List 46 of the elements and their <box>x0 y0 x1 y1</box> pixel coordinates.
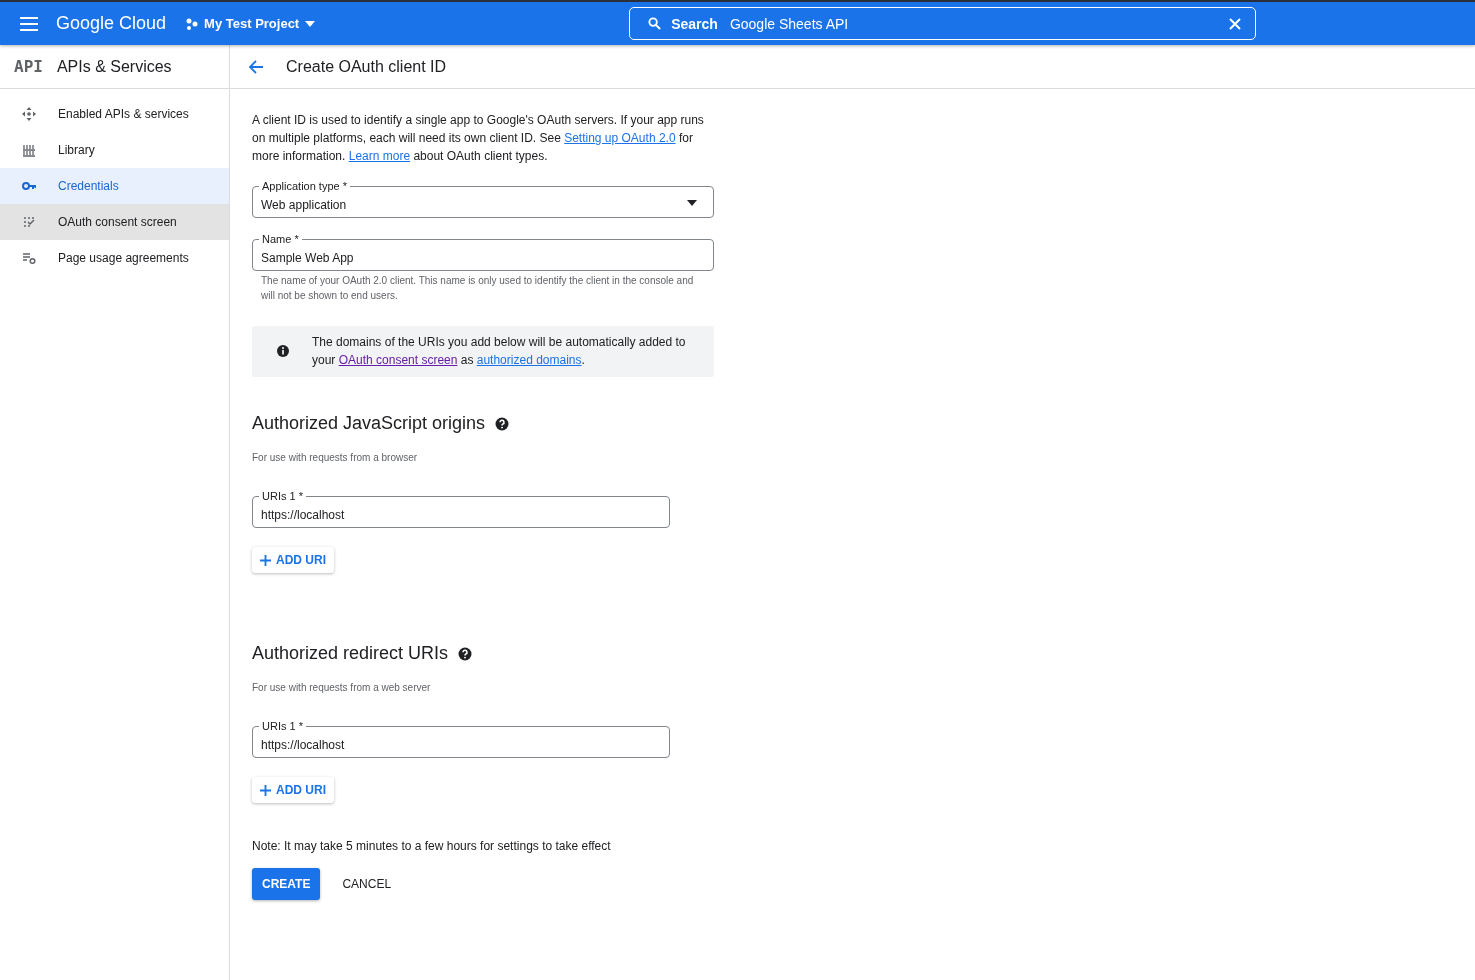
brand-logo-text: Google Cloud <box>56 13 167 34</box>
api-logo: API <box>14 57 43 76</box>
back-arrow-icon[interactable] <box>248 58 264 75</box>
list-gear-icon <box>22 251 36 265</box>
section-subtitle: For use with requests from a web server <box>252 682 432 693</box>
plus-icon <box>260 554 271 566</box>
dots-icon <box>186 17 199 30</box>
link[interactable]: Setting up OAuth 2.0 <box>564 131 676 145</box>
helper-text: The name of your OAuth 2.0 client. This name is only used to identify the client in the console and will not be shown to end users. <box>260 274 695 303</box>
search-icon <box>648 17 662 30</box>
create-button[interactable]: CREATE <box>252 868 321 900</box>
caret-icon <box>687 200 697 206</box>
project-picker[interactable]: My Test Project <box>186 16 316 31</box>
menu-icon[interactable] <box>20 16 38 31</box>
help-icon[interactable] <box>458 646 473 661</box>
search-field[interactable]: Search Google Sheets API <box>629 7 1257 40</box>
sidebar-item[interactable]: Page usage agreements <box>0 240 229 276</box>
link[interactable]: OAuth consent screen <box>338 353 458 367</box>
cancel-button[interactable]: CANCEL <box>332 868 402 900</box>
sidebar-item[interactable]: Credentials <box>0 168 229 204</box>
caret-icon <box>305 20 316 27</box>
page-title: Create OAuth client ID <box>286 57 447 76</box>
sidebar-title: APIs & Services <box>56 57 172 76</box>
search-value: Google Sheets API <box>729 15 850 32</box>
link[interactable]: Learn more <box>348 149 411 163</box>
move-arrows-icon <box>22 107 36 121</box>
help-icon[interactable] <box>495 416 510 431</box>
add-uri-button[interactable]: ADD URI <box>252 547 334 573</box>
sidebar-item[interactable]: Library <box>0 132 229 168</box>
key-icon <box>22 179 36 193</box>
section-subtitle: For use with requests from a browser <box>252 452 419 463</box>
add-uri-button[interactable]: ADD URI <box>252 777 334 803</box>
section-title: Authorized JavaScript origins <box>252 413 486 434</box>
link[interactable]: authorized domains <box>476 353 582 367</box>
search-label: Search <box>671 15 718 32</box>
intro-text: A client ID is used to identify a single app to Google's OAuth servers. If your app runs on multiple platforms, each will need its own client ID. See Setting up OAuth 2.0 for more information. Learn more about OAuth client types. <box>252 112 705 165</box>
info-banner: The domains of the URIs you add below will be automatically added to your OAuth consent screen as authorized domains. <box>252 326 714 377</box>
dotted-check-icon <box>22 215 36 229</box>
section-title: Authorized redirect URIs <box>252 643 449 664</box>
sidebar-item[interactable]: OAuth consent screen <box>0 204 229 240</box>
info-icon <box>276 344 290 358</box>
note-text: Note: It may take 5 minutes to a few hours for settings to take effect <box>252 839 612 853</box>
sidebar-item[interactable]: Enabled APIs & services <box>0 96 229 132</box>
close-icon[interactable] <box>1229 17 1242 30</box>
plus-icon <box>260 784 271 796</box>
library-icon <box>22 143 36 157</box>
